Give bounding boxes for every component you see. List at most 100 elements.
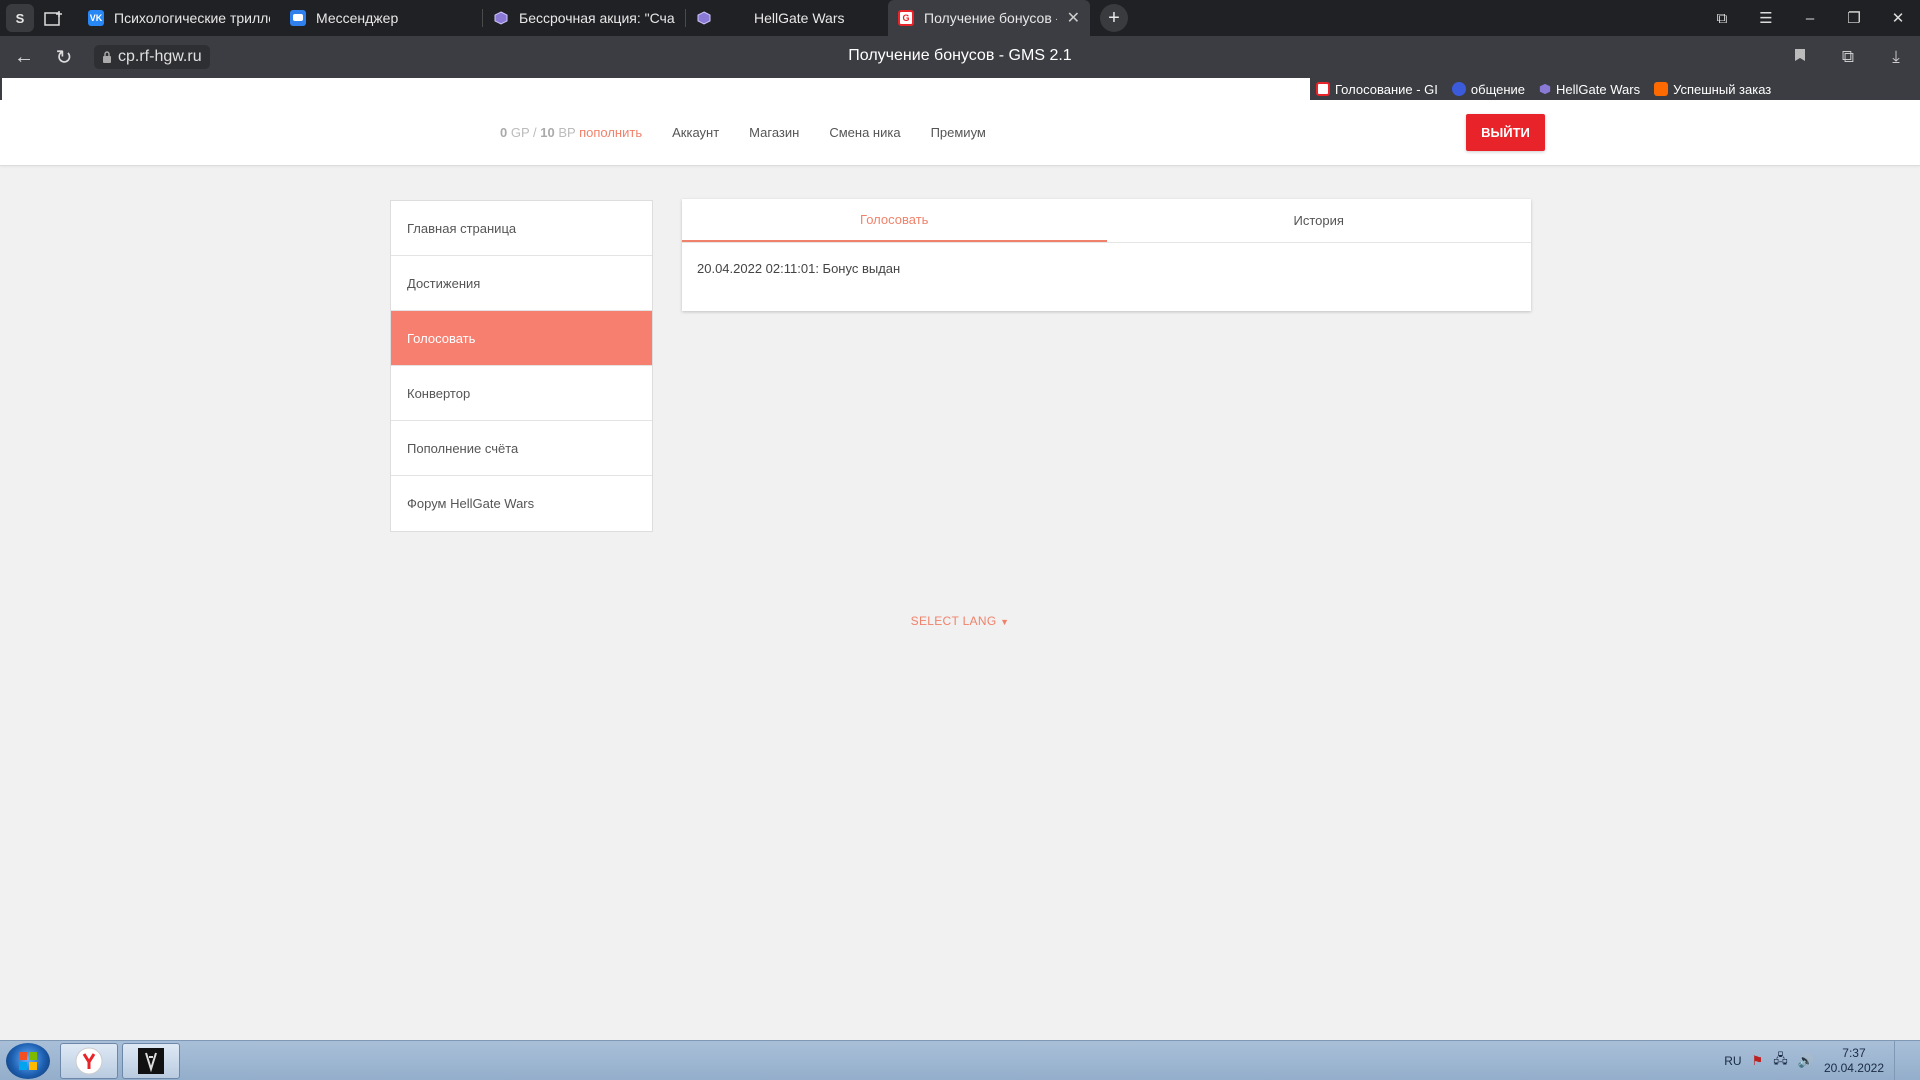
- chat-avatar-icon: [1451, 82, 1466, 96]
- tab-1[interactable]: VK Психологические триллер: [78, 0, 280, 36]
- balance: 0 GP / 10 BP пополнить: [500, 125, 642, 140]
- minimize-icon[interactable]: –: [1788, 10, 1832, 27]
- panel-tabs: Голосовать История: [682, 199, 1531, 243]
- tab-label: Мессенджер: [316, 10, 399, 26]
- vote-panel: Голосовать История 20.04.2022 02:11:01: …: [682, 199, 1531, 311]
- bookmarks-panel-icon[interactable]: ⧉: [1700, 10, 1744, 27]
- bookmark-label: HellGate Wars: [1556, 81, 1641, 97]
- tab-3[interactable]: Бессрочная акция: "Счаст: [483, 0, 685, 36]
- tab-history[interactable]: История: [1107, 199, 1532, 242]
- close-tab-icon[interactable]: ✕: [1067, 8, 1080, 28]
- browser-tabbar: S VK Психологические триллер Мессенджер …: [0, 0, 1920, 36]
- flag-icon[interactable]: ⚑: [1752, 1053, 1764, 1069]
- sidebar-item-topup[interactable]: Пополнение счёта: [391, 421, 652, 476]
- new-tab-button[interactable]: +: [1100, 4, 1128, 32]
- bookmark-voting[interactable]: Голосование - GI: [1316, 82, 1438, 97]
- bp-value: 10: [540, 125, 555, 140]
- gp-unit: GP /: [510, 125, 537, 140]
- tab-label: Бессрочная акция: "Счаст: [519, 10, 675, 26]
- start-button[interactable]: [6, 1043, 50, 1079]
- game-app-icon: [138, 1048, 164, 1074]
- nav-account[interactable]: Аккаунт: [672, 125, 719, 140]
- bookmarks-bar: Голосование - GI общение HellGate Wars У…: [0, 78, 1920, 100]
- taskbar-yandex-browser[interactable]: [60, 1043, 118, 1079]
- messenger-icon: [290, 10, 306, 26]
- gms-icon: [1316, 82, 1330, 96]
- show-desktop-button[interactable]: [1894, 1041, 1906, 1080]
- collections-icon[interactable]: ⧉: [1824, 47, 1872, 67]
- tab-label: Получение бонусов - G: [924, 10, 1057, 26]
- tab-label: HellGate Wars: [754, 10, 845, 26]
- topup-link[interactable]: пополнить: [579, 125, 642, 140]
- sidebar-item-label: Главная страница: [407, 220, 517, 236]
- windows-logo-icon: [19, 1052, 37, 1070]
- sidebar-item-label: Голосовать: [407, 330, 476, 346]
- close-window-icon[interactable]: ✕: [1876, 9, 1920, 27]
- tab-groups-icon[interactable]: [40, 4, 68, 32]
- caret-down-icon: ▼: [1000, 617, 1010, 627]
- gms-icon: G: [898, 10, 914, 26]
- taskbar-game[interactable]: [122, 1043, 180, 1079]
- hellgate-icon: [493, 10, 509, 26]
- volume-icon[interactable]: 🔊: [1798, 1053, 1814, 1069]
- bookmark-label: Успешный заказ: [1673, 81, 1772, 97]
- nav-shop[interactable]: Магазин: [749, 125, 799, 140]
- edge-strip: [0, 78, 2, 100]
- yandex-icon: [75, 1047, 103, 1075]
- bookmark-icon[interactable]: [1776, 47, 1824, 67]
- address-bar: ← ↻ cp.rf-hgw.ru Получение бонусов - GMS…: [0, 36, 1920, 78]
- sidebar-item-converter[interactable]: Конвертор: [391, 366, 652, 421]
- sidebar-item-achievements[interactable]: Достижения: [391, 256, 652, 311]
- windows-taskbar: RU ⚑ 🖧 🔊 7:37 20.04.2022: [0, 1040, 1920, 1080]
- vk-icon: VK: [88, 10, 104, 26]
- bookmark-chat[interactable]: общение: [1451, 81, 1526, 97]
- menu-icon[interactable]: ☰: [1744, 9, 1788, 27]
- nav-premium[interactable]: Премиум: [931, 125, 986, 140]
- sidebar-item-label: Пополнение счёта: [407, 440, 519, 456]
- order-icon: [1654, 82, 1669, 96]
- tab-5-active[interactable]: G Получение бонусов - G ✕: [888, 0, 1090, 36]
- tab-vote[interactable]: Голосовать: [682, 199, 1107, 242]
- bookmark-order[interactable]: Успешный заказ: [1654, 82, 1771, 97]
- tab-2[interactable]: Мессенджер: [280, 0, 482, 36]
- back-arrow-icon[interactable]: ←: [4, 46, 44, 69]
- tab-label: Психологические триллер: [114, 10, 270, 26]
- clock[interactable]: 7:37 20.04.2022: [1824, 1046, 1884, 1076]
- gp-value: 0: [500, 125, 508, 140]
- top-nav: 0 GP / 10 BP пополнить Аккаунт Магазин С…: [500, 125, 986, 140]
- sidebar: Главная страница Достижения Голосовать К…: [390, 200, 653, 532]
- network-icon[interactable]: 🖧: [1773, 1050, 1788, 1072]
- sidebar-item-vote[interactable]: Голосовать: [391, 311, 652, 366]
- bookmark-label: общение: [1470, 81, 1526, 97]
- profile-button[interactable]: S: [6, 4, 34, 32]
- select-lang-dropdown[interactable]: SELECT LANG ▼: [0, 614, 1920, 628]
- site-header: 0 GP / 10 BP пополнить Аккаунт Магазин С…: [0, 100, 1920, 166]
- tab-label: История: [1293, 213, 1344, 228]
- restore-icon[interactable]: ❐: [1832, 9, 1876, 27]
- sidebar-item-forum[interactable]: Форум HellGate Wars: [391, 476, 652, 531]
- tab-4[interactable]: HellGate Wars: [686, 0, 888, 36]
- hellgate-icon: [1539, 83, 1551, 95]
- language-indicator[interactable]: RU: [1724, 1054, 1741, 1068]
- system-tray: RU ⚑ 🖧 🔊 7:37 20.04.2022: [1724, 1041, 1920, 1080]
- window-page-title: Получение бонусов - GMS 2.1: [848, 47, 1072, 64]
- sidebar-item-label: Конвертор: [407, 385, 471, 401]
- select-lang-label: SELECT LANG: [910, 614, 997, 628]
- clock-date: 20.04.2022: [1823, 1061, 1884, 1075]
- bookmark-hellgate[interactable]: HellGate Wars: [1539, 82, 1640, 97]
- sidebar-item-home[interactable]: Главная страница: [391, 201, 652, 256]
- sidebar-item-label: Форум HellGate Wars: [407, 496, 535, 511]
- hellgate-icon: [696, 10, 712, 26]
- reload-icon[interactable]: ↻: [44, 45, 84, 70]
- bookmark-label: Голосование - GI: [1335, 81, 1438, 97]
- nav-change-nick[interactable]: Смена ника: [829, 125, 900, 140]
- lock-icon: [103, 51, 111, 63]
- bonus-log-entry: 20.04.2022 02:11:01: Бонус выдан: [697, 261, 901, 276]
- logout-button[interactable]: ВЫЙТИ: [1466, 114, 1545, 151]
- url-text: cp.rf-hgw.ru: [118, 48, 202, 65]
- clock-time: 7:37: [1842, 1046, 1866, 1060]
- download-icon[interactable]: ⤓: [1872, 47, 1920, 67]
- tab-label: Голосовать: [860, 212, 929, 227]
- sidebar-item-label: Достижения: [407, 275, 481, 291]
- url-field[interactable]: cp.rf-hgw.ru: [94, 45, 210, 69]
